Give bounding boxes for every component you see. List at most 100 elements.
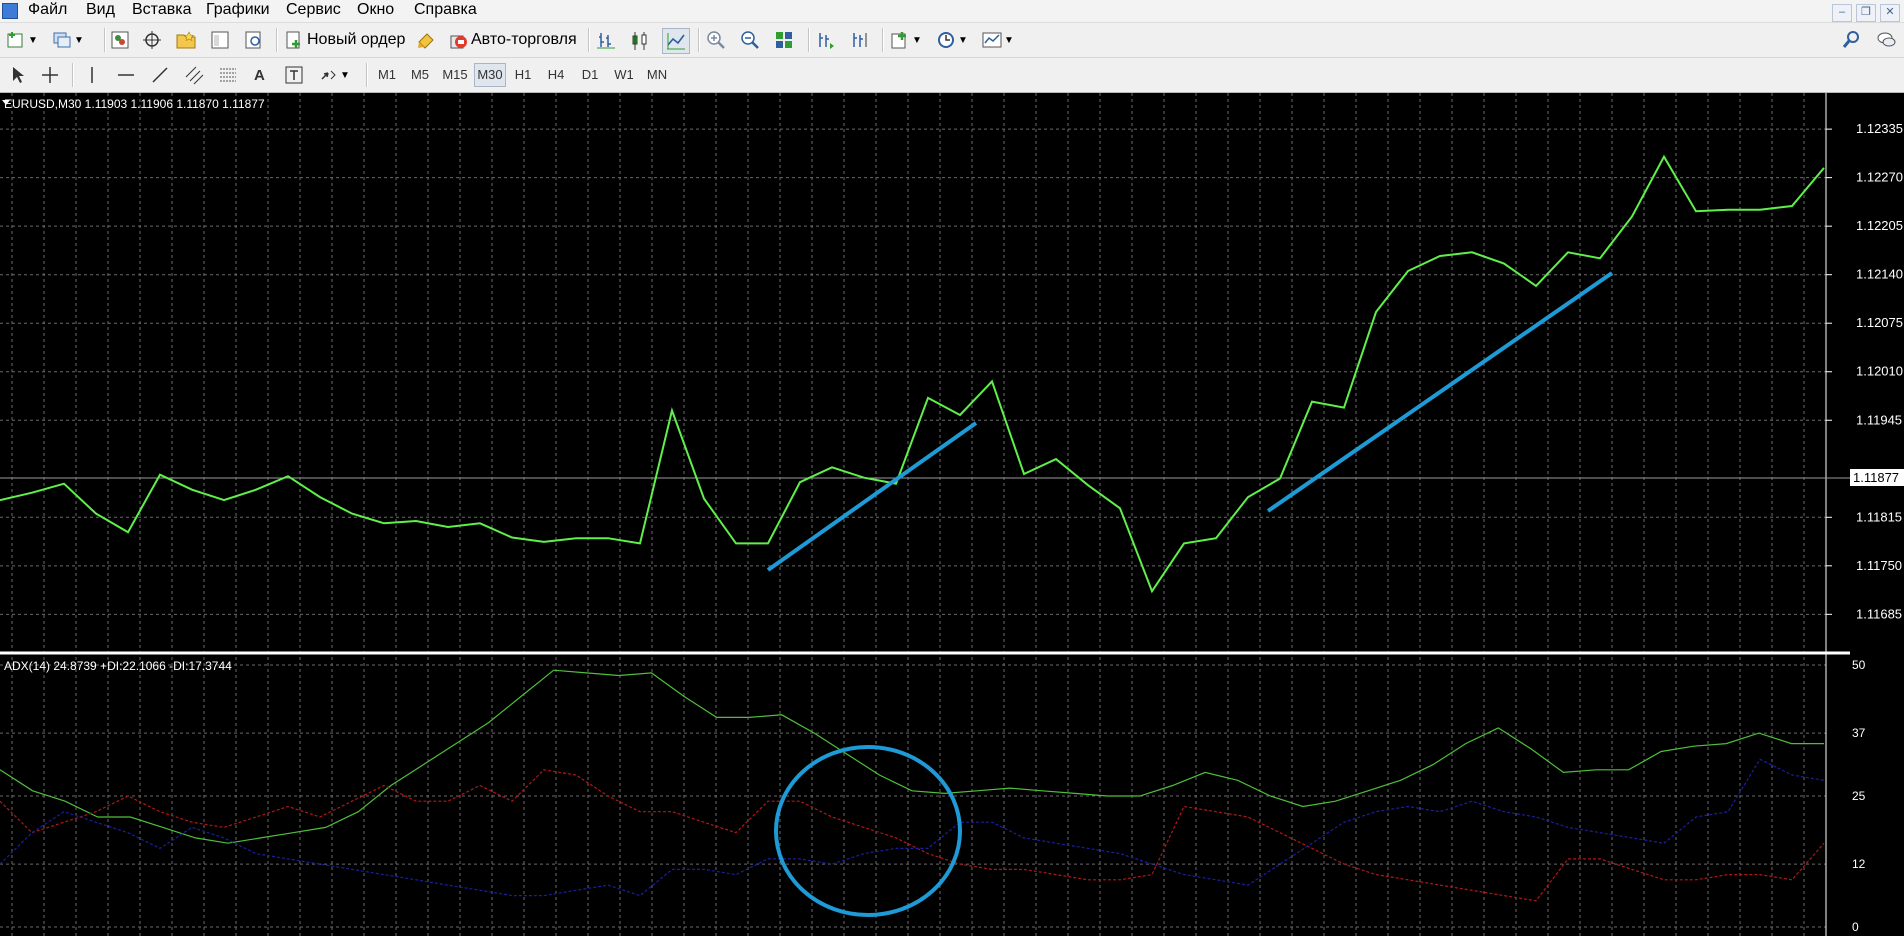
bar-chart-button[interactable]: [596, 29, 616, 51]
indicators-button[interactable]: ▼: [890, 29, 922, 51]
new-order-button[interactable]: Новый ордер: [284, 29, 405, 51]
profiles-button[interactable]: ▼: [52, 29, 84, 51]
auto-scroll-button[interactable]: [816, 29, 836, 51]
channel-icon: [184, 65, 204, 85]
price-tick-label: 1.11685: [1856, 606, 1902, 621]
tile-windows-icon: [774, 30, 794, 50]
menu-insert[interactable]: Вставка: [132, 1, 191, 19]
data-window-button[interactable]: [142, 29, 162, 51]
indicators-icon: [890, 30, 910, 50]
arrows-button[interactable]: ▼: [318, 64, 350, 86]
text-a-icon: A: [254, 66, 265, 84]
tile-windows-button[interactable]: [774, 29, 794, 51]
menu-window[interactable]: Окно: [357, 1, 394, 19]
search-button[interactable]: [1842, 29, 1862, 51]
horizontal-line-button[interactable]: [116, 64, 136, 86]
indicator-tick-label: 37: [1852, 726, 1866, 740]
crosshair-icon: [40, 65, 60, 85]
tf-m1[interactable]: M1: [374, 64, 400, 86]
app-icon[interactable]: [2, 3, 18, 19]
tf-m30[interactable]: M30: [474, 63, 506, 87]
meta-editor-icon: [416, 30, 436, 50]
profiles-icon: [52, 30, 72, 50]
arrows-icon: [318, 65, 338, 85]
indicator-tick-label: 12: [1852, 857, 1866, 871]
menu-tools[interactable]: Сервис: [286, 1, 341, 19]
trendline-icon: [150, 65, 170, 85]
text-label-button[interactable]: [284, 64, 304, 86]
auto-trading-button[interactable]: Авто-торговля: [448, 29, 577, 51]
indicator-header: ADX(14) 24.8739 +DI:22.1066 -DI:17.3744: [4, 659, 232, 673]
tf-d1[interactable]: D1: [577, 64, 603, 86]
chart-shift-button[interactable]: [850, 29, 870, 51]
indicator-tick-label: 25: [1852, 789, 1866, 803]
periods-button[interactable]: ▼: [936, 29, 968, 51]
menu-charts[interactable]: Графики: [206, 1, 270, 19]
templates-icon: [982, 30, 1002, 50]
new-chart-button[interactable]: ▼: [6, 29, 38, 51]
circle-annotation[interactable]: [774, 745, 962, 917]
zoom-out-button[interactable]: [740, 29, 760, 51]
price-tick-label: 1.12335: [1856, 121, 1903, 136]
magnifier-doc-icon: [244, 30, 264, 50]
crosshair-tool-button[interactable]: [40, 64, 60, 86]
zoom-in-button[interactable]: [706, 29, 726, 51]
chart-canvas[interactable]: 1.12335 1.12270 1.12205 1.12140 1.12075 1.120…: [0, 93, 1904, 936]
auto-scroll-icon: [816, 30, 836, 50]
templates-button[interactable]: ▼: [982, 29, 1014, 51]
new-order-label: Новый ордер: [307, 31, 406, 48]
strategy-tester-button[interactable]: [244, 29, 264, 51]
menu-view[interactable]: Вид: [86, 1, 115, 19]
zoom-in-icon: [706, 30, 726, 50]
fibonacci-icon: [218, 65, 238, 85]
text-tool-button[interactable]: A: [254, 64, 265, 86]
tf-h1[interactable]: H1: [510, 64, 536, 86]
vertical-line-icon: [82, 65, 102, 85]
price-tick-label: 1.12270: [1856, 170, 1903, 185]
tf-m15[interactable]: M15: [440, 64, 470, 86]
vertical-line-button[interactable]: [82, 64, 102, 86]
restore-icon[interactable]: ❐: [1856, 4, 1876, 22]
price-tick-label: 1.12205: [1856, 218, 1903, 233]
tf-w1[interactable]: W1: [611, 64, 637, 86]
cursor-icon: [8, 65, 28, 85]
equidistant-channel-button[interactable]: [184, 64, 204, 86]
tf-m5[interactable]: M5: [407, 64, 433, 86]
close-icon[interactable]: ✕: [1880, 4, 1900, 22]
trendline-annotation-2[interactable]: [1266, 271, 1614, 513]
price-tick-label: 1.11945: [1856, 412, 1902, 427]
auto-trading-label: Авто-торговля: [471, 31, 577, 48]
terminal-icon: [210, 30, 230, 50]
fibonacci-button[interactable]: [218, 64, 238, 86]
chart-shift-icon: [850, 30, 870, 50]
chat-icon: [1876, 30, 1896, 50]
trendline-button[interactable]: [150, 64, 170, 86]
chart-window[interactable]: 1.12335 1.12270 1.12205 1.12140 1.12075 1.120…: [0, 93, 1904, 936]
menu-file[interactable]: Файл: [28, 1, 67, 19]
menu-help[interactable]: Справка: [414, 1, 477, 19]
market-watch-icon: [110, 30, 130, 50]
tf-mn[interactable]: MN: [644, 64, 670, 86]
chat-button[interactable]: [1876, 29, 1896, 51]
terminal-button[interactable]: [210, 29, 230, 51]
price-tick-label: 1.11750: [1856, 558, 1902, 573]
price-axis: 1.12335 1.12270 1.12205 1.12140 1.12075 1.120…: [1825, 93, 1903, 936]
tf-h4[interactable]: H4: [543, 64, 569, 86]
minus-di-line: [0, 758, 1825, 897]
candlestick-button[interactable]: [630, 29, 650, 51]
cursor-tool-button[interactable]: [8, 64, 28, 86]
minimize-icon[interactable]: –: [1832, 4, 1852, 22]
horizontal-line-icon: [116, 65, 136, 85]
folder-star-icon: [176, 30, 196, 50]
line-chart-icon: [666, 31, 686, 51]
auto-trading-icon: [448, 30, 468, 50]
price-tick-label: 1.11815: [1856, 509, 1902, 524]
navigator-button[interactable]: [176, 29, 196, 51]
trendline-annotation-1[interactable]: [766, 421, 978, 572]
market-watch-button[interactable]: [110, 29, 130, 51]
indicator-tick-label: 50: [1852, 658, 1866, 672]
price-tick-label: 1.12140: [1856, 267, 1903, 282]
meta-editor-button[interactable]: [416, 29, 436, 51]
line-chart-button[interactable]: [662, 28, 690, 54]
drawing-toolbar: A ▼ M1 M5 M15 M30 H1 H4 D1 W1 MN: [0, 58, 1904, 93]
